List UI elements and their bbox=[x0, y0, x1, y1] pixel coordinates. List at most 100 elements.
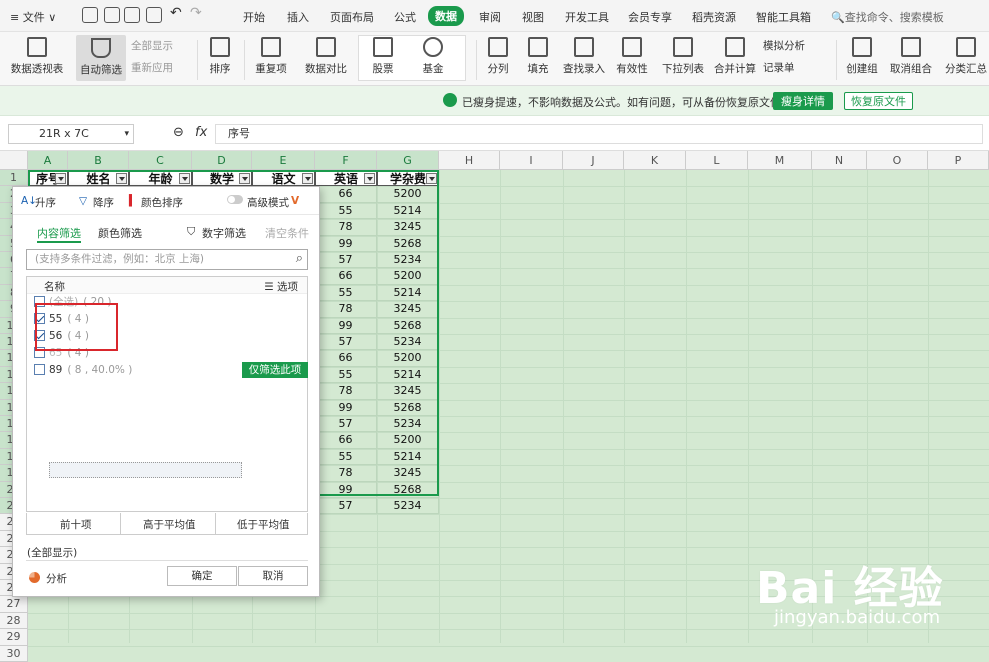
cancel-button[interactable]: 取消 bbox=[238, 566, 308, 586]
table-cell[interactable]: 5200 bbox=[377, 186, 439, 203]
formula-input[interactable]: 序号 bbox=[215, 124, 983, 144]
header-cell[interactable]: 序号 bbox=[28, 170, 68, 187]
tab-review[interactable]: 审阅 bbox=[479, 9, 501, 25]
column-header[interactable]: N bbox=[812, 151, 867, 170]
table-cell[interactable]: 57 bbox=[315, 334, 377, 351]
simulate-button[interactable]: 模拟分析 bbox=[763, 38, 805, 53]
search-icon[interactable]: ⌕ bbox=[296, 249, 303, 268]
preview-icon[interactable] bbox=[146, 7, 162, 23]
tab-member[interactable]: 会员专享 bbox=[628, 9, 672, 25]
filter-search-input[interactable]: (支持多条件过滤，例如：北京 上海) ⌕ bbox=[26, 249, 308, 270]
merge-calc-button[interactable]: 合并计算 bbox=[712, 32, 758, 76]
lookup-button[interactable]: 查找录入 bbox=[562, 32, 606, 76]
fund-button[interactable]: 基金 bbox=[416, 32, 450, 76]
table-cell[interactable]: 78 bbox=[315, 383, 377, 400]
tab-content-filter[interactable]: 内容筛选 bbox=[37, 225, 81, 243]
filter-dropdown-icon[interactable] bbox=[302, 173, 313, 184]
table-cell[interactable]: 5234 bbox=[377, 252, 439, 269]
tab-devtools[interactable]: 开发工具 bbox=[565, 9, 609, 25]
column-header[interactable]: I bbox=[500, 151, 563, 170]
column-header[interactable]: F bbox=[315, 151, 377, 170]
filter-only-this-button[interactable]: 仅筛选此项 bbox=[242, 362, 308, 378]
tab-insert[interactable]: 插入 bbox=[287, 9, 309, 25]
row-header[interactable]: 29 bbox=[0, 629, 28, 646]
header-cell[interactable]: 语文 bbox=[252, 170, 315, 187]
row-header[interactable]: 1 bbox=[0, 170, 28, 187]
fx-icon[interactable]: fx bbox=[195, 125, 207, 140]
table-cell[interactable]: 78 bbox=[315, 301, 377, 318]
filter-dropdown-icon[interactable] bbox=[364, 173, 375, 184]
table-cell[interactable]: 55 bbox=[315, 284, 377, 302]
filter-dropdown-icon[interactable] bbox=[116, 173, 127, 184]
number-filter-button[interactable]: 数字筛选 bbox=[202, 225, 246, 241]
column-header[interactable]: E bbox=[252, 151, 315, 170]
table-cell[interactable]: 99 bbox=[315, 481, 377, 498]
above-average-button[interactable]: 高于平均值 bbox=[143, 517, 196, 532]
table-cell[interactable]: 5268 bbox=[377, 399, 439, 416]
table-cell[interactable]: 3245 bbox=[377, 219, 439, 236]
list-item-89[interactable]: 89( 8 , 40.0% ) bbox=[34, 362, 132, 378]
table-cell[interactable]: 57 bbox=[315, 498, 377, 515]
table-cell[interactable]: 99 bbox=[315, 399, 377, 416]
table-cell[interactable]: 3245 bbox=[377, 383, 439, 400]
tab-start[interactable]: 开始 bbox=[243, 9, 265, 25]
column-header[interactable]: B bbox=[68, 151, 129, 170]
stock-button[interactable]: 股票 bbox=[366, 32, 400, 76]
split-button[interactable]: 分列 bbox=[482, 32, 514, 76]
detail-button[interactable]: 瘦身详情 bbox=[773, 92, 833, 110]
row-header[interactable]: 27 bbox=[0, 596, 28, 613]
table-cell[interactable]: 66 bbox=[315, 432, 377, 449]
table-cell[interactable]: 3245 bbox=[377, 301, 439, 318]
redo-icon[interactable]: ↷ bbox=[190, 5, 202, 21]
save-icon[interactable] bbox=[82, 7, 98, 23]
table-cell[interactable]: 66 bbox=[315, 350, 377, 367]
zoom-icon[interactable]: ⊖ bbox=[173, 125, 184, 140]
compare-button[interactable]: 数据对比 bbox=[300, 32, 352, 76]
ok-button[interactable]: 确定 bbox=[167, 566, 237, 586]
name-box[interactable]: 21R x 7C ▾ bbox=[8, 124, 134, 144]
select-all-corner[interactable] bbox=[0, 151, 28, 170]
table-cell[interactable]: 5200 bbox=[377, 350, 439, 367]
command-search[interactable]: 🔍查找命令、搜索模板 bbox=[831, 9, 944, 25]
filter-dropdown-icon[interactable] bbox=[426, 173, 437, 184]
table-cell[interactable]: 66 bbox=[315, 186, 377, 203]
header-cell[interactable]: 英语 bbox=[315, 170, 377, 187]
table-cell[interactable]: 99 bbox=[315, 317, 377, 334]
column-header[interactable]: C bbox=[129, 151, 192, 170]
column-header[interactable]: H bbox=[439, 151, 500, 170]
table-cell[interactable]: 78 bbox=[315, 219, 377, 236]
column-header[interactable]: K bbox=[624, 151, 686, 170]
header-cell[interactable]: 学杂费 bbox=[377, 170, 439, 187]
tab-formula[interactable]: 公式 bbox=[394, 9, 416, 25]
clear-conditions-button[interactable]: 清空条件 bbox=[265, 225, 309, 241]
validity-button[interactable]: 有效性 bbox=[612, 32, 652, 76]
table-cell[interactable]: 5268 bbox=[377, 235, 439, 252]
tab-resources[interactable]: 稻壳资源 bbox=[692, 9, 736, 25]
sort-asc-button[interactable]: 升序 bbox=[35, 195, 56, 210]
ungroup-button[interactable]: 取消组合 bbox=[886, 32, 936, 76]
tab-layout[interactable]: 页面布局 bbox=[330, 9, 374, 25]
print-icon[interactable] bbox=[124, 7, 140, 23]
options-button[interactable]: ☰ 选项 bbox=[264, 279, 298, 294]
subtotal-button[interactable]: 分类汇总 bbox=[943, 32, 989, 76]
tab-view[interactable]: 视图 bbox=[522, 9, 544, 25]
table-cell[interactable]: 5234 bbox=[377, 416, 439, 433]
below-average-button[interactable]: 低于平均值 bbox=[237, 517, 290, 532]
table-cell[interactable]: 5214 bbox=[377, 366, 439, 384]
sort-button[interactable]: 排序 bbox=[203, 32, 237, 76]
restore-button[interactable]: 恢复原文件 bbox=[844, 92, 913, 110]
table-cell[interactable]: 55 bbox=[315, 366, 377, 384]
table-cell[interactable]: 5268 bbox=[377, 481, 439, 498]
table-cell[interactable]: 55 bbox=[315, 448, 377, 466]
analysis-button[interactable]: 分析 bbox=[46, 571, 67, 586]
record-button[interactable]: 记录单 bbox=[763, 60, 795, 75]
header-cell[interactable]: 姓名 bbox=[68, 170, 129, 187]
table-cell[interactable]: 5214 bbox=[377, 284, 439, 302]
table-cell[interactable]: 5200 bbox=[377, 268, 439, 285]
color-sort-icon[interactable]: ▍ bbox=[129, 195, 137, 207]
create-group-button[interactable]: 创建组 bbox=[843, 32, 881, 76]
tab-data[interactable]: 数据 bbox=[428, 6, 464, 26]
table-cell[interactable]: 5214 bbox=[377, 202, 439, 220]
top-ten-button[interactable]: 前十项 bbox=[60, 517, 92, 532]
row-header[interactable]: 28 bbox=[0, 612, 28, 630]
